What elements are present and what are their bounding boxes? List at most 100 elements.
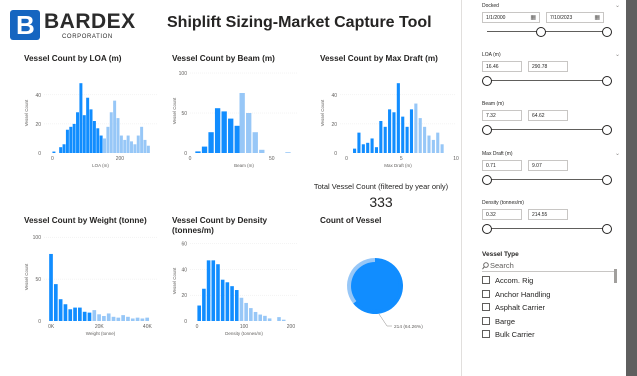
slicer-draft: Max Draft (m) ⌄ 0.71 9.07 (482, 151, 622, 195)
slicer-from-input[interactable]: 16.46 (482, 61, 522, 72)
bar (370, 138, 374, 153)
bar (136, 135, 140, 153)
slider-handle-high[interactable] (602, 125, 612, 135)
vessel-type-item[interactable]: Barge (482, 316, 614, 330)
bar (202, 288, 206, 321)
chart-loa[interactable]: Vessel Count by LOA (m) 0 20 40 0 200 LOA (m)… (24, 54, 159, 179)
bar (82, 311, 87, 321)
calendar-icon[interactable]: ▦ (594, 15, 600, 21)
bar (414, 103, 418, 153)
slicer-from-input[interactable]: 7.32 (482, 110, 522, 121)
slider-track[interactable] (487, 129, 607, 130)
vessel-type-scrollbar[interactable] (614, 269, 617, 283)
slider-track[interactable] (487, 31, 607, 32)
bar (123, 139, 127, 153)
slider-handle-low[interactable] (482, 224, 492, 234)
vessel-type-item[interactable]: Anchor Handling (482, 289, 614, 303)
slicer-to-input[interactable]: 7/10/2023 ▦ (546, 12, 604, 23)
slicer-beam: Beam (m) 7.32 64.62 (482, 101, 622, 145)
bar (208, 132, 214, 153)
slicer-to-input[interactable]: 9.07 (528, 160, 568, 171)
slider-handle-high[interactable] (602, 76, 612, 86)
bar (234, 125, 240, 153)
chart-density[interactable]: Vessel Count by Density (tonnes/m) 0 20 40… (172, 216, 304, 346)
slider-track[interactable] (487, 80, 607, 81)
bar (374, 147, 379, 153)
bar (102, 315, 106, 321)
slicer-value: 64.62 (532, 113, 545, 119)
x-axis-label: Beam (m) (234, 163, 254, 168)
page-title: Shiplift Sizing-Market Capture Tool (167, 14, 432, 31)
vessel-type-search[interactable]: Search (482, 261, 614, 272)
slicer-from-input[interactable]: 1/1/2000 ▦ (482, 12, 540, 23)
vessel-type-item-label: Anchor Handling (495, 289, 551, 299)
slicer-from-input[interactable]: 0.32 (482, 209, 522, 220)
bar (239, 297, 244, 321)
x-axis-label: Weight (tonne) (86, 331, 116, 336)
chart-weight[interactable]: Vessel Count by Weight (tonne) 0 50 100 0K 2… (24, 216, 159, 346)
bar (72, 123, 76, 153)
bar (111, 316, 116, 321)
slicer-value: 1/1/2000 (486, 15, 506, 21)
y-tick-label: 0 (334, 151, 337, 157)
bar (87, 312, 92, 321)
checkbox[interactable] (482, 330, 490, 338)
y-axis-label: Vessel Count (172, 97, 177, 124)
bar (230, 286, 234, 321)
y-tick-label: 20 (181, 293, 187, 299)
slicer-to-input[interactable]: 64.62 (528, 110, 568, 121)
search-icon (482, 262, 489, 270)
chart-beam-svg: 0 50 100 0 50 Beam (m) Vessel Count (172, 71, 298, 168)
x-tick-label: 20K (95, 324, 105, 330)
bar (73, 307, 77, 321)
slicer-value: 290.78 (532, 64, 548, 70)
bar (133, 144, 137, 153)
bar (281, 319, 286, 321)
slider-handle-low[interactable] (482, 125, 492, 135)
chart-beam[interactable]: Vessel Count by Beam (m) 0 50 100 0 50 Beam (… (172, 54, 302, 179)
vessel-type-item[interactable]: Bulk Carrier (482, 329, 614, 343)
vessel-type-slicer: Vessel Type Search Accom. Rig Anchor Hand… (482, 251, 618, 339)
slicer-from-input[interactable]: 0.71 (482, 160, 522, 171)
checkbox[interactable] (482, 303, 490, 311)
bar (116, 118, 120, 153)
chevron-down-icon[interactable]: ⌄ (615, 51, 620, 58)
bar (68, 309, 73, 321)
y-tick-label: 40 (181, 267, 187, 273)
bar (405, 126, 409, 153)
slider-handle-high[interactable] (602, 175, 612, 185)
slider-track[interactable] (487, 179, 607, 180)
slider-handle-high[interactable] (602, 27, 612, 37)
checkbox[interactable] (482, 289, 490, 298)
chart-draft[interactable]: Vessel Count by Max Draft (m) 0 20 40 0 5 10 M… (320, 54, 460, 179)
chart-title: Vessel Count by Density (tonnes/m) (172, 216, 268, 235)
bar (277, 317, 281, 321)
chart-count-pie[interactable]: Count of Vessel 214 (64.26%) (320, 216, 460, 346)
slicer-to-input[interactable]: 214.55 (528, 209, 568, 220)
vessel-type-item[interactable]: Accom. Rig (482, 275, 614, 289)
checkbox[interactable] (482, 276, 490, 284)
slider-track[interactable] (487, 228, 607, 229)
slider-handle-low[interactable] (482, 175, 492, 185)
checkbox[interactable] (482, 316, 490, 325)
bar (228, 118, 234, 153)
bar (121, 315, 125, 321)
bar (401, 116, 405, 153)
slider-handle-low[interactable] (482, 76, 492, 86)
chevron-down-icon[interactable]: ⌄ (615, 2, 620, 9)
x-tick-label: 0 (189, 156, 192, 162)
chevron-down-icon[interactable]: ⌄ (615, 150, 620, 157)
chart-title: Vessel Count by Max Draft (m) (320, 54, 438, 63)
bar (225, 282, 230, 321)
slicer-pane-border (461, 0, 462, 376)
bar (244, 302, 248, 321)
search-placeholder: Search (490, 261, 514, 270)
slider-handle-high[interactable] (602, 224, 612, 234)
vessel-type-item[interactable]: Asphalt Carrier (482, 302, 614, 316)
slicer-value: 7.32 (486, 113, 496, 119)
bar (113, 100, 117, 153)
slicer-to-input[interactable]: 290.78 (528, 61, 568, 72)
calendar-icon[interactable]: ▦ (530, 15, 536, 21)
slider-handle-low[interactable] (536, 27, 546, 37)
bardex-logo-mark: B (10, 10, 40, 40)
